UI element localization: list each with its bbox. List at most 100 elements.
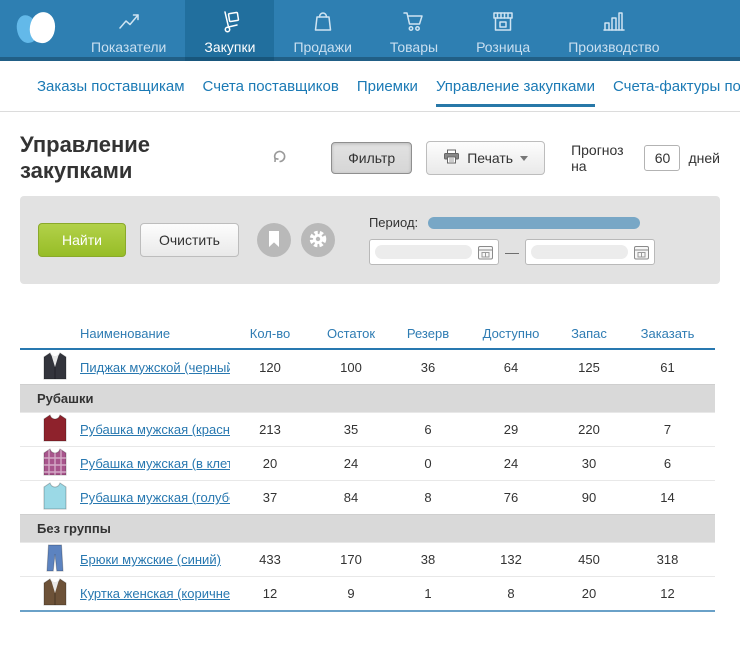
page-title: Управление закупками [20,132,258,184]
value-cell: 20 [558,586,620,601]
value-cell: 64 [464,360,558,375]
subnav-item-receivings[interactable]: Приемки [357,61,418,111]
value-cell: 8 [392,490,464,505]
storefront-icon [490,9,516,36]
subnav-item-supplier-invoices[interactable]: Счета поставщиков [203,61,339,111]
value-cell: 90 [558,490,620,505]
value-cell: 125 [558,360,620,375]
hand-truck-icon [217,9,243,36]
column-header-supply: Запас [558,326,620,341]
app-logo[interactable] [0,0,72,61]
calendar-icon[interactable] [477,244,494,261]
group-header-row: Рубашки [20,384,715,412]
clear-button[interactable]: Очистить [140,223,239,257]
value-cell: 37 [230,490,310,505]
top-navigation: Показатели Закупки Продажи Товары Розниц… [0,0,740,61]
product-name-cell: Рубашка мужская (голубой) [20,481,230,514]
table-row: Рубашка мужская (в клетку)2024024306 [20,446,715,480]
value-cell: 61 [620,360,715,375]
value-cell: 29 [464,422,558,437]
date-from-input[interactable] [369,239,499,265]
sub-navigation: Заказы поставщикам Счета поставщиков При… [0,61,740,112]
settings-button[interactable] [301,223,335,257]
filter-button[interactable]: Фильтр [331,142,412,174]
product-name-cell: Куртка женская (коричневый) [20,577,230,610]
shirt-icon [42,413,68,443]
value-cell: 170 [310,552,392,567]
product-name-cell: Рубашка мужская (в клетку) [20,447,230,480]
value-cell: 84 [310,490,392,505]
value-cell: 6 [392,422,464,437]
value-cell: 8 [464,586,558,601]
nav-item-retail[interactable]: Розница [457,0,549,61]
nav-item-label: Товары [390,39,438,55]
column-header-order: Заказать [620,326,715,341]
product-link[interactable]: Рубашка мужская (голубой) [80,490,230,505]
nav-item-label: Показатели [91,39,166,55]
product-link[interactable]: Рубашка мужская (в клетку) [80,456,230,471]
print-button-label: Печать [467,150,513,166]
value-cell: 7 [620,422,715,437]
column-header-stock: Остаток [310,326,392,341]
value-cell: 20 [230,456,310,471]
product-name-cell: Пиджак мужской (черный) [20,351,230,384]
nav-item-purchases[interactable]: Закупки [185,0,274,61]
table-header-row: Наименование Кол-во Остаток Резерв Досту… [20,318,715,350]
value-cell: 318 [620,552,715,567]
print-button[interactable]: Печать [426,141,545,175]
product-link[interactable]: Куртка женская (коричневый) [80,586,230,601]
product-link[interactable]: Пиджак мужской (черный) [80,360,230,375]
refresh-button[interactable] [270,147,289,169]
nav-item-production[interactable]: Производство [549,0,678,61]
jacket-icon [42,577,68,607]
date-to-input[interactable] [525,239,655,265]
chevron-down-icon [520,156,528,161]
value-cell: 14 [620,490,715,505]
group-header-row: Без группы [20,514,715,542]
nav-item-label: Розница [476,39,530,55]
value-cell: 100 [310,360,392,375]
subnav-item-purchase-management[interactable]: Управление закупками [436,61,595,111]
subnav-item-supplier-orders[interactable]: Заказы поставщикам [37,61,185,111]
column-header-name: Наименование [20,326,230,341]
find-button[interactable]: Найти [38,223,126,257]
table-row: Куртка женская (коричневый)129182012 [20,576,715,610]
value-cell: 120 [230,360,310,375]
bookmark-button[interactable] [257,223,291,257]
value-cell: 213 [230,422,310,437]
value-cell: 76 [464,490,558,505]
nav-item-indicators[interactable]: Показатели [72,0,185,61]
column-header-quantity: Кол-во [230,326,310,341]
value-cell: 24 [464,456,558,471]
value-cell: 12 [230,586,310,601]
product-name-cell: Рубашка мужская (красный) [20,413,230,446]
printer-icon [443,149,460,167]
nav-item-label: Продажи [293,39,351,55]
value-cell: 12 [620,586,715,601]
bookmark-icon [267,230,281,251]
value-cell: 38 [392,552,464,567]
table-row: Пиджак мужской (черный)120100366412561 [20,350,715,384]
product-thumbnail [42,413,68,446]
value-cell: 220 [558,422,620,437]
table-body: Пиджак мужской (черный)120100366412561Ру… [20,350,715,610]
product-thumbnail [42,577,68,610]
product-link[interactable]: Брюки мужские (синий) [80,552,221,567]
forecast-control: Прогноз на дней [571,142,720,174]
forecast-days-input[interactable] [644,145,680,171]
product-link[interactable]: Рубашка мужская (красный) [80,422,230,437]
calendar-icon[interactable] [633,244,650,261]
nav-item-goods[interactable]: Товары [371,0,457,61]
subnav-item-received-invoices[interactable]: Счета-фактуры пол [613,61,740,111]
product-thumbnail [42,543,68,576]
period-range-slider[interactable] [428,217,640,229]
jacket-icon [42,351,68,381]
nav-item-sales[interactable]: Продажи [274,0,370,61]
shirt-icon [42,481,68,511]
date-to-value [531,245,628,259]
period-label: Период: [369,215,418,230]
filter-panel: Найти Очистить Период: — [20,196,720,284]
value-cell: 132 [464,552,558,567]
value-cell: 24 [310,456,392,471]
column-header-available: Доступно [464,326,558,341]
